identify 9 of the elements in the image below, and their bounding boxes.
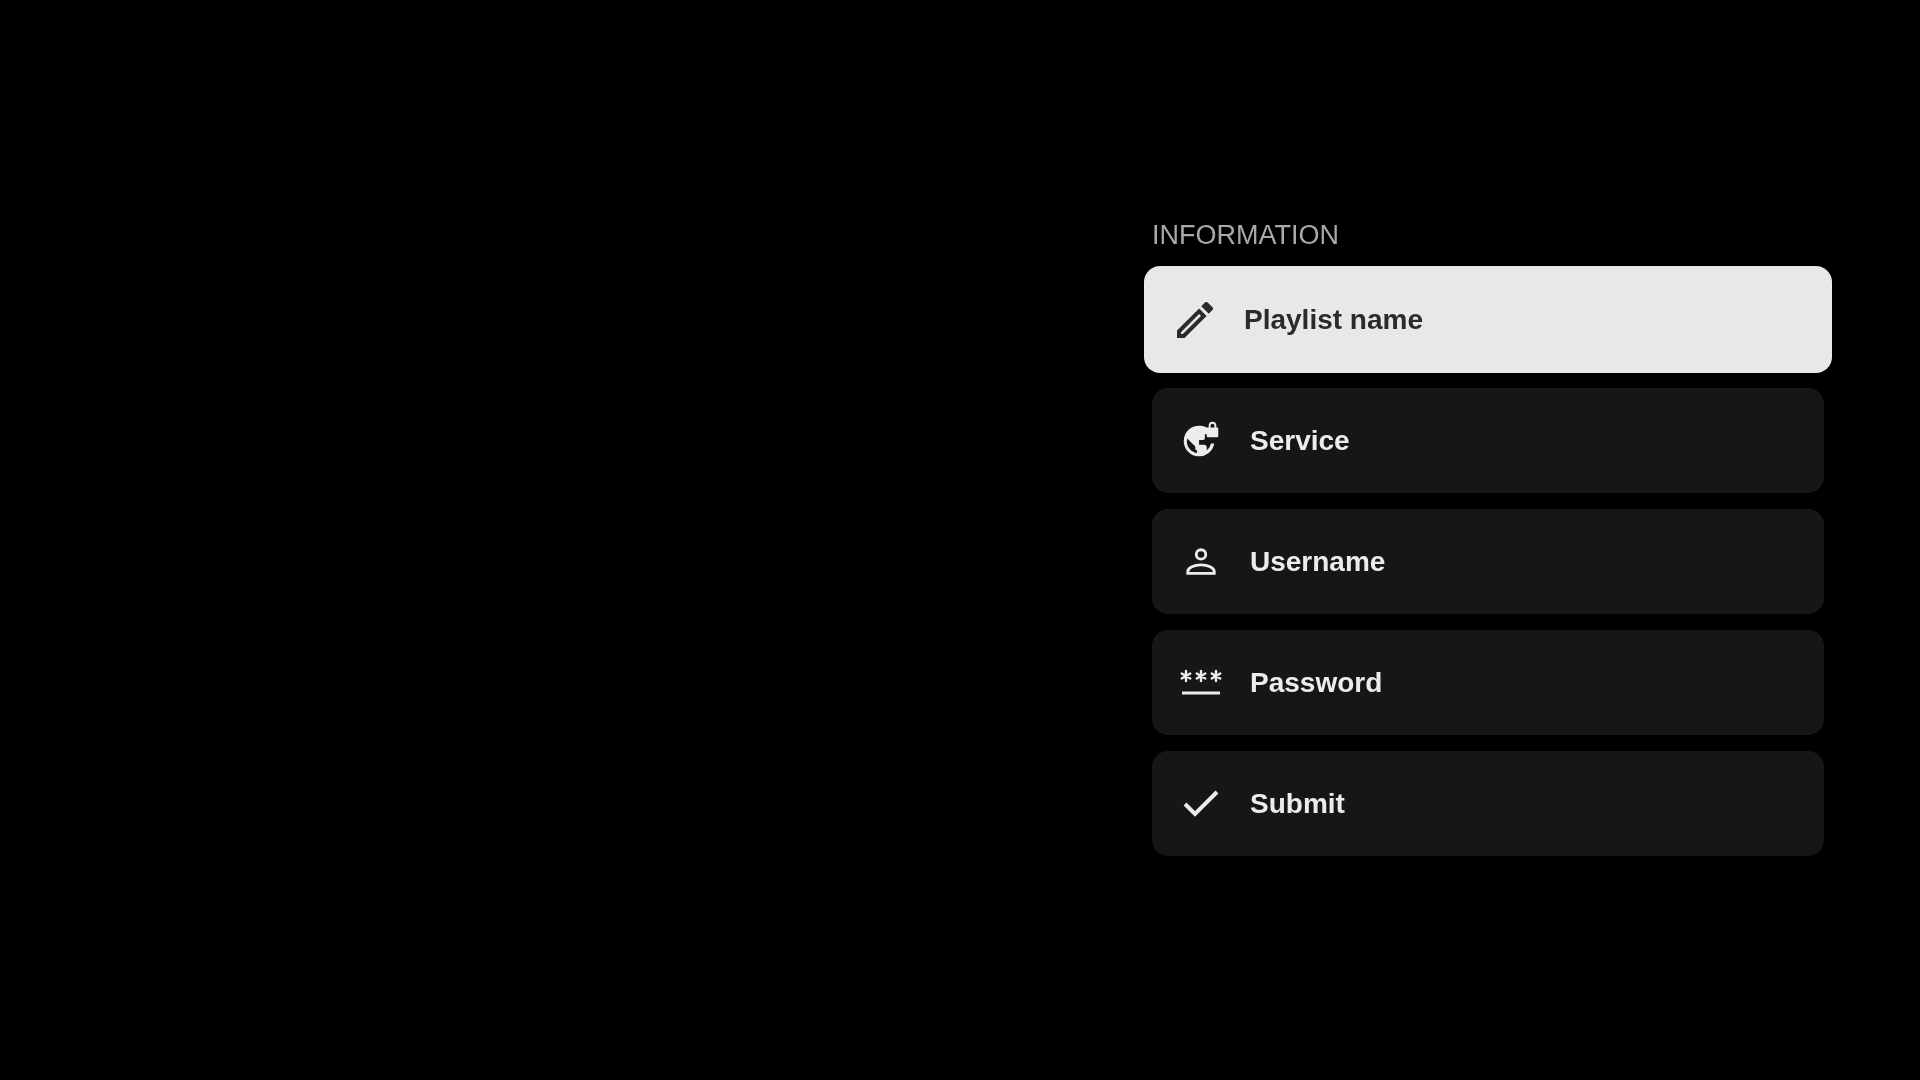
menu-item[interactable]: Password	[1152, 630, 1824, 735]
section-heading: INFORMATION	[1152, 220, 1340, 251]
pencil-icon	[1177, 301, 1213, 338]
check-icon	[1183, 789, 1219, 818]
menu-item[interactable]: Service	[1152, 388, 1824, 493]
menu-item[interactable]: Playlist name	[1144, 266, 1832, 373]
password-icon	[1179, 668, 1223, 697]
menu-item[interactable]: Username	[1152, 509, 1824, 614]
menu-item[interactable]: Submit	[1152, 751, 1824, 856]
